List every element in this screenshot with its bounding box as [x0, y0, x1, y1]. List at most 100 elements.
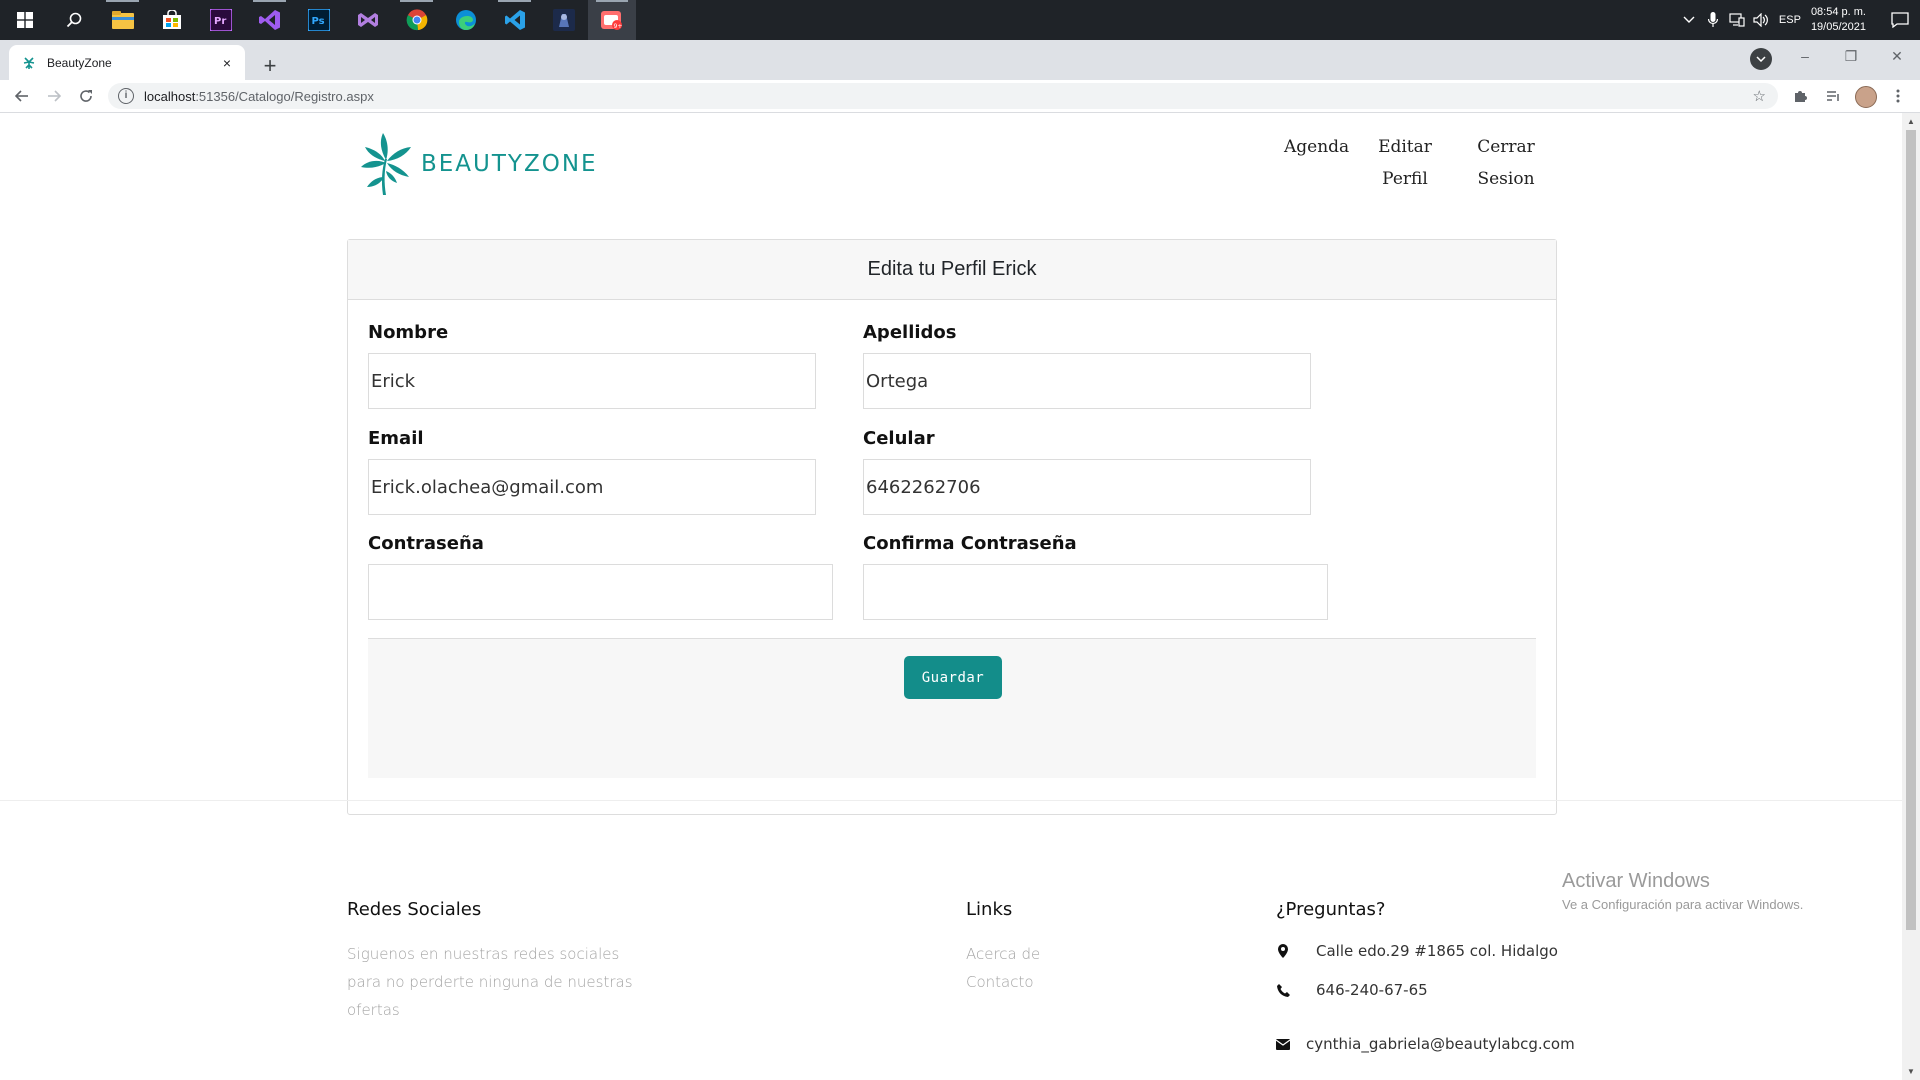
chevron-up-icon[interactable] [1677, 0, 1701, 40]
browser-toolbar: i localhost:51356/Catalogo/Registro.aspx… [0, 80, 1920, 113]
reload-icon[interactable] [72, 82, 100, 110]
contact-address: Calle edo.29 #1865 col. Hidalgo [1316, 942, 1558, 960]
store-icon[interactable] [147, 0, 196, 40]
language-indicator[interactable]: ESP [1779, 14, 1801, 26]
reading-list-icon[interactable] [1821, 84, 1845, 108]
footer-social-line1: Siguenos en nuestras redes sociales [347, 945, 620, 963]
confirma-input[interactable] [863, 564, 1328, 620]
network-icon[interactable] [1725, 0, 1749, 40]
scroll-down-arrow-icon[interactable]: ▼ [1902, 1063, 1920, 1080]
edge-icon[interactable] [441, 0, 490, 40]
footer-social-line2: para no perderte ninguna de nuestras [347, 973, 633, 991]
card-title: Edita tu Perfil Erick [348, 240, 1556, 300]
nav-cerrar-sesion-link[interactable]: Cerrar Sesion [1470, 131, 1542, 195]
nav-editar-line1: Editar [1378, 137, 1432, 157]
browser-tab-strip: BeautyZone × + [0, 40, 1920, 80]
extensions-icon[interactable] [1788, 84, 1812, 108]
visual-studio-icon[interactable] [245, 0, 294, 40]
page-viewport: BEAUTYZONE Agenda Editar Perfil Cerrar S… [0, 113, 1902, 1080]
scroll-thumb[interactable] [1906, 130, 1916, 930]
minimize-button[interactable]: – [1782, 40, 1828, 72]
contact-phone-row: 646-240-67-65 [1276, 981, 1428, 999]
scroll-up-arrow-icon[interactable]: ▲ [1902, 113, 1920, 130]
microphone-icon[interactable] [1701, 0, 1725, 40]
footer-social-text: Siguenos en nuestras redes sociales para… [347, 940, 633, 1024]
footer-link-acerca[interactable]: Acerca de [966, 940, 1040, 968]
active-app-icon[interactable]: 9+ [588, 0, 636, 40]
close-window-button[interactable]: ✕ [1874, 40, 1920, 72]
footer-social-line3: ofertas [347, 1001, 400, 1019]
save-button[interactable]: Guardar [904, 656, 1002, 699]
chrome-icon[interactable] [392, 0, 441, 40]
footer-social-heading: Redes Sociales [347, 899, 482, 920]
svg-text:Pr: Pr [214, 16, 226, 27]
windows-taskbar: Pr Ps 9+ ESP 08:54 p. m. 19/05/2021 [0, 0, 1920, 40]
nav-cerrar-line1: Cerrar [1477, 137, 1535, 157]
new-tab-button[interactable]: + [256, 52, 284, 80]
nav-cerrar-line2: Sesion [1477, 169, 1535, 189]
photoshop-icon[interactable]: Ps [294, 0, 343, 40]
back-icon[interactable] [8, 82, 36, 110]
page-scrollbar[interactable]: ▲ ▼ [1902, 113, 1920, 1080]
footer-questions-heading: ¿Preguntas? [1276, 899, 1386, 920]
nombre-input[interactable]: Erick [368, 353, 816, 409]
celular-label: Celular [863, 428, 935, 449]
search-icon[interactable] [49, 0, 98, 40]
url-host: localhost [144, 88, 196, 104]
lotus-logo-icon [361, 133, 411, 195]
svg-text:Ps: Ps [311, 16, 324, 27]
menu-icon[interactable] [1886, 84, 1910, 108]
clock-time: 08:54 p. m. [1810, 6, 1866, 18]
activate-windows-watermark: Activar Windows Ve a Configuración para … [1562, 870, 1803, 912]
nombre-label: Nombre [368, 322, 449, 343]
restore-button[interactable]: ❐ [1828, 40, 1874, 72]
edit-profile-card: Edita tu Perfil Erick Nombre Erick Apell… [347, 239, 1557, 815]
nav-editar-perfil-link[interactable]: Editar Perfil [1370, 131, 1440, 195]
premiere-icon[interactable]: Pr [196, 0, 245, 40]
site-info-icon[interactable]: i [118, 88, 134, 104]
tab-close-icon[interactable]: × [217, 53, 237, 73]
clock[interactable]: 08:54 p. m. 19/05/2021 [1811, 5, 1866, 35]
contrasena-input[interactable] [368, 564, 833, 620]
visual-studio-alt-icon[interactable] [343, 0, 392, 40]
forward-icon[interactable] [40, 82, 68, 110]
clock-date: 19/05/2021 [1810, 21, 1866, 33]
window-controls: – ❐ ✕ [1782, 40, 1920, 72]
card-footer: Guardar [368, 638, 1536, 778]
vscode-icon[interactable] [490, 0, 539, 40]
contrasena-label: Contraseña [368, 533, 484, 554]
apellidos-input[interactable]: Ortega [863, 353, 1311, 409]
tab-title: BeautyZone [47, 55, 112, 70]
footer-link-contacto[interactable]: Contacto [966, 968, 1040, 996]
browser-tab[interactable]: BeautyZone × [9, 45, 245, 80]
contact-phone: 646-240-67-65 [1316, 981, 1428, 999]
activate-subtitle: Ve a Configuración para activar Windows. [1562, 897, 1804, 912]
start-icon[interactable] [0, 0, 49, 40]
email-input[interactable]: Erick.olachea@gmail.com [368, 459, 816, 515]
address-url[interactable]: localhost:51356/Catalogo/Registro.aspx [144, 89, 1753, 104]
email-label: Email [368, 428, 424, 449]
system-tray: ESP 08:54 p. m. 19/05/2021 [1677, 0, 1920, 40]
map-marker-icon [1276, 944, 1290, 958]
brand-logo[interactable]: BEAUTYZONE [357, 131, 598, 197]
apellidos-label: Apellidos [863, 322, 957, 343]
activate-title: Activar Windows [1562, 870, 1710, 892]
nav-agenda-link[interactable]: Agenda [1284, 131, 1349, 163]
tab-search-icon[interactable] [1750, 48, 1772, 70]
profile-avatar[interactable] [1855, 86, 1877, 108]
game-icon[interactable] [539, 0, 588, 40]
volume-icon[interactable] [1749, 0, 1773, 40]
address-bar[interactable]: i localhost:51356/Catalogo/Registro.aspx… [108, 83, 1778, 109]
bookmark-star-icon[interactable]: ☆ [1753, 87, 1766, 105]
notification-icon[interactable] [1880, 0, 1920, 40]
contact-email: cynthia_gabriela@beautylabcg.com [1306, 1035, 1575, 1053]
contact-address-row: Calle edo.29 #1865 col. Hidalgo [1276, 942, 1558, 960]
favicon-icon [21, 55, 37, 71]
file-explorer-icon[interactable] [98, 0, 147, 40]
url-path: :51356/Catalogo/Registro.aspx [195, 88, 374, 104]
footer-links-list: Acerca de Contacto [966, 940, 1040, 996]
phone-icon [1276, 983, 1290, 997]
section-divider [0, 800, 1902, 801]
contact-email-row: cynthia_gabriela@beautylabcg.com [1276, 1035, 1575, 1053]
celular-input[interactable]: 6462262706 [863, 459, 1311, 515]
